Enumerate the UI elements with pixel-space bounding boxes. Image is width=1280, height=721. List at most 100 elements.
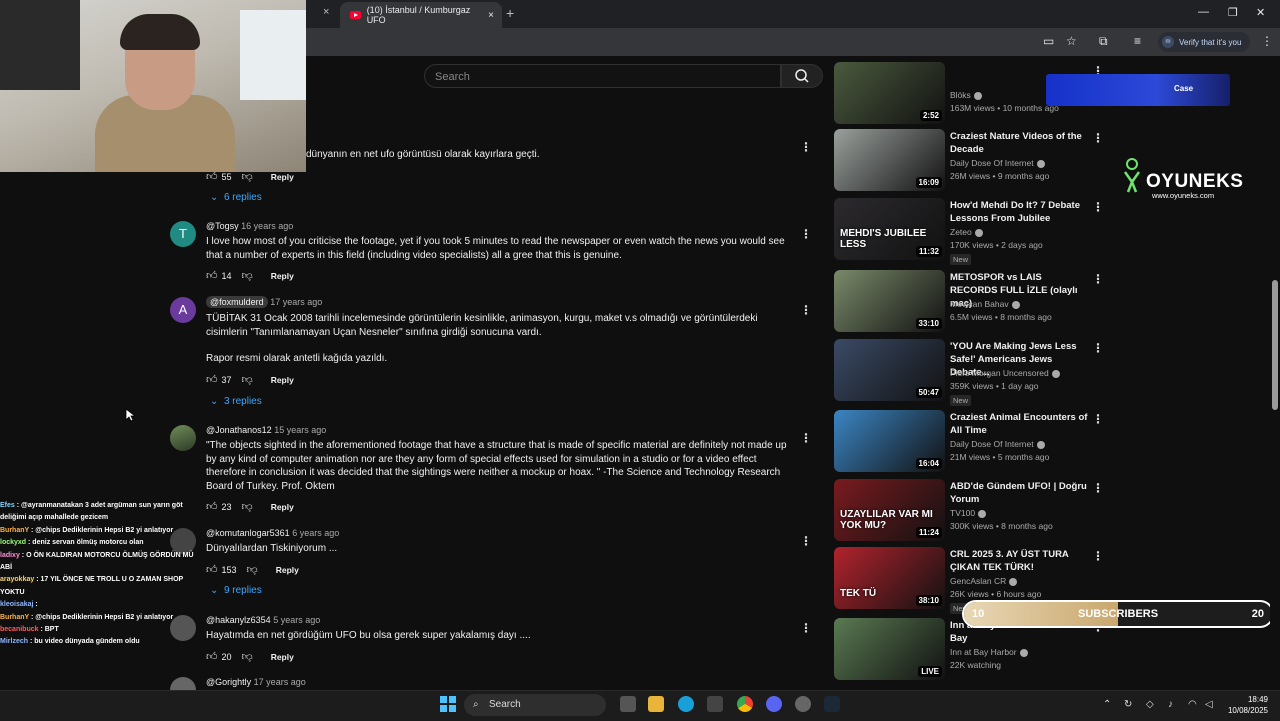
dislike-icon[interactable]: 👎︎ — [242, 650, 253, 663]
comment-author[interactable]: @Togsy — [206, 221, 239, 231]
system-clock[interactable]: 18:49 10/08/2025 — [1220, 694, 1268, 716]
dislike-icon[interactable]: 👎︎ — [247, 563, 258, 576]
video-menu-icon[interactable]: ⋮ — [1092, 272, 1104, 286]
tray-app-icon[interactable]: ◇ — [1146, 699, 1154, 710]
video-title[interactable]: CRL 2025 3. AY ÜST TURA ÇIKAN TEK TÜRK! — [950, 548, 1088, 574]
reply-button[interactable]: Reply — [271, 375, 294, 385]
edge-icon[interactable] — [678, 696, 694, 712]
cast-icon[interactable]: ▭ — [1043, 34, 1054, 48]
video-thumbnail[interactable]: 33:10 — [834, 270, 945, 332]
steam-icon[interactable] — [824, 696, 840, 712]
comment-menu-icon[interactable]: ⋮ — [800, 621, 812, 635]
video-thumbnail[interactable]: UZAYLILAR VAR MI YOK MU? 11:24 — [834, 479, 945, 541]
scrollbar-thumb[interactable] — [1272, 280, 1278, 410]
restore-icon[interactable]: ❐ — [1228, 6, 1238, 19]
file-explorer-icon[interactable] — [648, 696, 664, 712]
video-title[interactable]: ABD'de Gündem UFO! | Doğru Yorum — [950, 480, 1088, 506]
bookmark-star-icon[interactable]: ☆ — [1066, 34, 1077, 48]
tray-overflow-icon[interactable]: ⌃ — [1103, 699, 1111, 710]
reading-list-icon[interactable]: ≡ — [1134, 34, 1141, 48]
like-icon[interactable]: 👍︎ — [206, 650, 218, 663]
chrome-icon[interactable] — [737, 696, 753, 712]
windows-start-icon[interactable] — [440, 696, 456, 712]
comment-menu-icon[interactable]: ⋮ — [800, 140, 812, 154]
dislike-icon[interactable]: 👎︎ — [242, 500, 253, 513]
close-window-icon[interactable]: ✕ — [1256, 6, 1265, 19]
replies-toggle[interactable]: ⌄ 6 replies — [210, 192, 262, 203]
avatar[interactable]: T — [170, 221, 196, 247]
video-title[interactable]: How'd Mehdi Do It? 7 Debate Lessons From… — [950, 199, 1088, 225]
comment-author[interactable]: @Jonathanos12 — [206, 425, 272, 435]
video-menu-icon[interactable]: ⋮ — [1092, 341, 1104, 355]
video-menu-icon[interactable]: ⋮ — [1092, 481, 1104, 495]
channel-name: GencAslan CR — [950, 576, 1007, 586]
like-icon[interactable]: 👍︎ — [206, 269, 218, 282]
replies-toggle[interactable]: ⌄ 9 replies — [210, 585, 262, 596]
video-thumbnail[interactable]: 16:04 — [834, 410, 945, 472]
previous-tab-close-icon[interactable]: × — [323, 6, 329, 18]
wifi-icon[interactable]: ◠ — [1188, 699, 1197, 710]
extensions-icon[interactable]: ⧉ — [1099, 34, 1108, 49]
video-thumbnail[interactable]: 50:47 — [834, 339, 945, 401]
replies-toggle[interactable]: ⌄ 3 replies — [210, 396, 262, 407]
video-channel[interactable]: Blöks — [950, 90, 982, 100]
video-channel[interactable]: Mevtcan Bahav — [950, 299, 1020, 309]
avatar[interactable]: A — [170, 297, 196, 323]
youtube-search-button[interactable] — [781, 64, 823, 88]
comment-author[interactable]: @foxmulderd — [206, 296, 268, 308]
active-tab[interactable]: (10) İstanbul / Kumburgaz UFO × — [340, 2, 502, 28]
task-view-icon[interactable] — [620, 696, 636, 712]
video-thumbnail[interactable]: 2:52 — [834, 62, 945, 124]
new-tab-button[interactable]: + — [506, 5, 514, 21]
comment-actions: 👍︎ 20 👎︎ Reply — [206, 650, 294, 663]
reply-button[interactable]: Reply — [271, 652, 294, 662]
reply-button[interactable]: Reply — [271, 502, 294, 512]
video-menu-icon[interactable]: ⋮ — [1092, 131, 1104, 145]
video-menu-icon[interactable]: ⋮ — [1092, 412, 1104, 426]
like-icon[interactable]: 👍︎ — [206, 373, 218, 386]
like-icon[interactable]: 👍︎ — [206, 563, 218, 576]
comment-author[interactable]: @Gorightly — [206, 677, 251, 687]
browser-menu-icon[interactable]: ⋮ — [1261, 34, 1273, 48]
video-thumbnail[interactable]: MEHDI'S JUBILEE LESS 11:32 — [834, 198, 945, 260]
update-icon[interactable]: ↻ — [1124, 699, 1132, 710]
verify-identity-button[interactable]: m Verify that it's you — [1158, 32, 1250, 52]
video-thumbnail[interactable]: TEK TÜ 38:10 — [834, 547, 945, 609]
dislike-icon[interactable]: 👎︎ — [242, 373, 253, 386]
video-menu-icon[interactable]: ⋮ — [1092, 200, 1104, 214]
chat-text: : @chips Dediklerinin Hepsi B2 yi anlatı… — [29, 613, 174, 621]
comment-menu-icon[interactable]: ⋮ — [800, 227, 812, 241]
comment-menu-icon[interactable]: ⋮ — [800, 303, 812, 317]
reply-button[interactable]: Reply — [276, 565, 299, 575]
youtube-search-input[interactable]: Search — [424, 64, 781, 88]
tab-close-icon[interactable]: × — [488, 10, 494, 21]
video-thumbnail[interactable]: 16:09 — [834, 129, 945, 191]
discord-icon[interactable] — [766, 696, 782, 712]
settings-gear-icon[interactable] — [795, 696, 811, 712]
store-icon[interactable] — [707, 696, 723, 712]
video-channel[interactable]: GencAslan CR — [950, 576, 1018, 586]
comment-menu-icon[interactable]: ⋮ — [800, 534, 812, 548]
video-thumbnail[interactable]: LIVE — [834, 618, 945, 680]
video-channel[interactable]: Piers Morgan Uncensored — [950, 368, 1060, 378]
dislike-icon[interactable]: 👎︎ — [242, 269, 253, 282]
comment-author[interactable]: @komutanlogar5361 — [206, 528, 290, 538]
minimize-icon[interactable]: — — [1198, 6, 1209, 18]
video-channel[interactable]: TV100 — [950, 508, 987, 518]
video-title[interactable]: Craziest Animal Encounters of All Time — [950, 411, 1088, 437]
video-title[interactable]: Craziest Nature Videos of the Decade — [950, 130, 1088, 156]
reply-button[interactable]: Reply — [271, 271, 294, 281]
volume-icon[interactable]: ◁ — [1205, 699, 1213, 710]
video-channel[interactable]: Zeteo — [950, 227, 983, 237]
video-channel[interactable]: Inn at Bay Harbor — [950, 647, 1028, 657]
reply-button[interactable]: Reply — [271, 172, 294, 182]
mic-tray-icon[interactable]: ♪ — [1168, 699, 1173, 710]
video-channel[interactable]: Daily Dose Of Internet — [950, 158, 1045, 168]
video-menu-icon[interactable]: ⋮ — [1092, 549, 1104, 563]
avatar[interactable] — [170, 425, 196, 451]
comment-author[interactable]: @hakanylz6354 — [206, 615, 271, 625]
comment-menu-icon[interactable]: ⋮ — [800, 431, 812, 445]
taskbar-search[interactable]: ⌕ Search — [464, 694, 606, 716]
video-channel[interactable]: Daily Dose Of Internet — [950, 439, 1045, 449]
like-icon[interactable]: 👍︎ — [206, 500, 218, 513]
